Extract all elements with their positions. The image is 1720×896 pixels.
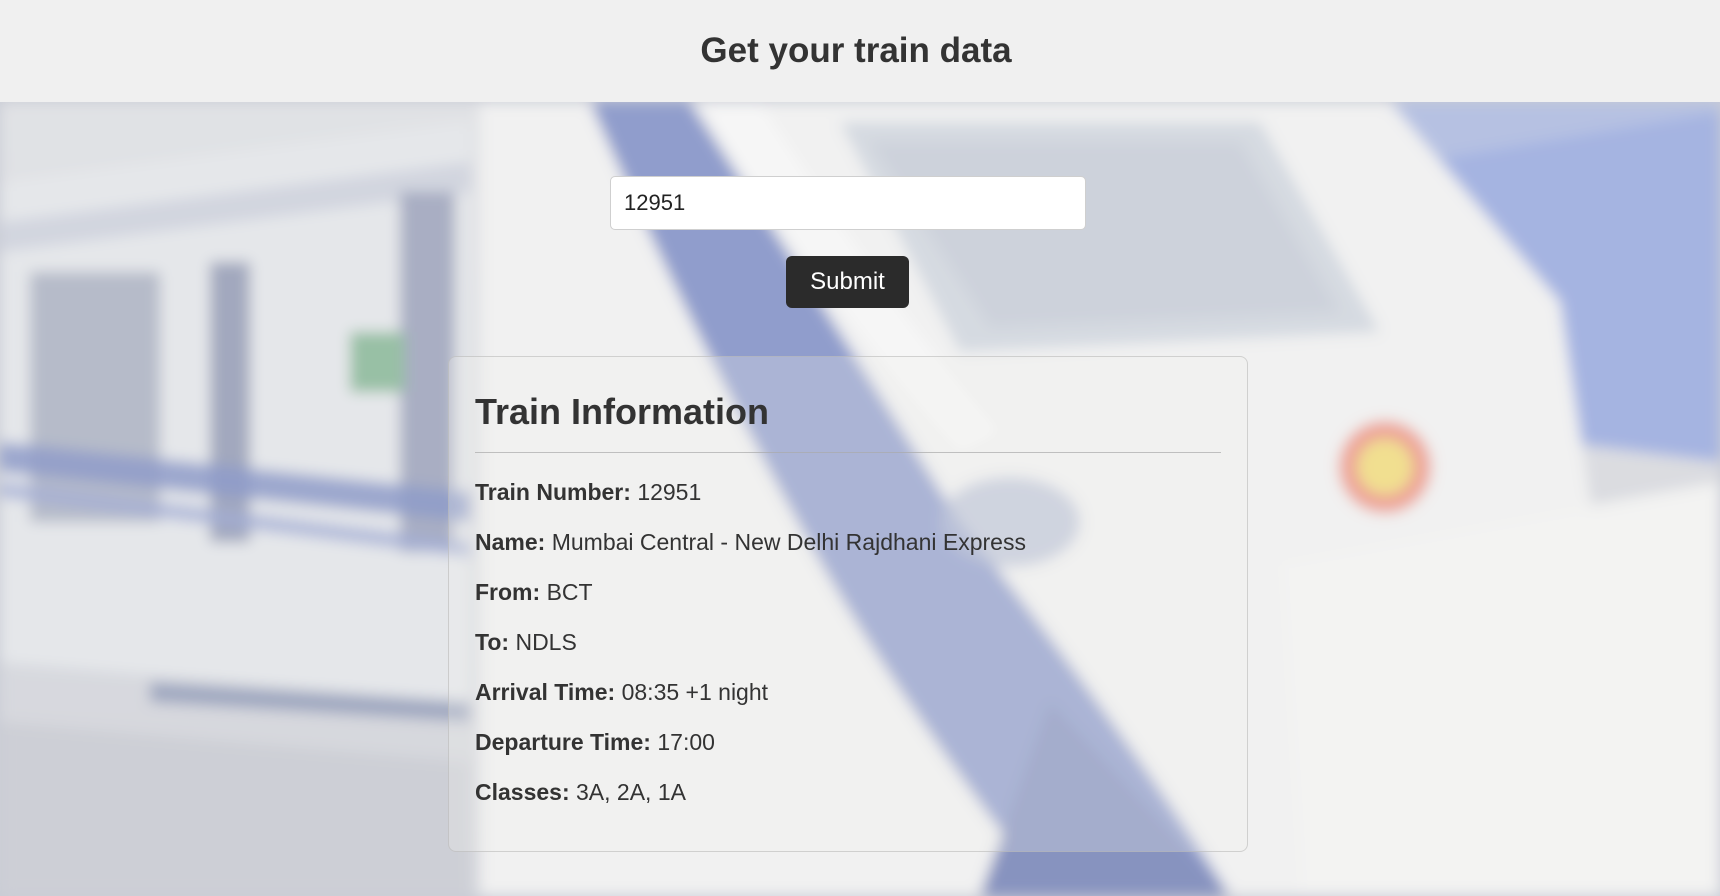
train-info-list: Train Number: 12951 Name: Mumbai Central… [475,479,1221,805]
classes-label: Classes: [475,779,570,806]
train-number-row: Train Number: 12951 [475,479,1221,505]
from-label: From: [475,579,541,606]
page-header: Get your train data [0,0,1720,102]
classes-row: Classes: 3A, 2A, 1A [475,779,1221,805]
train-name-value: Mumbai Central - New Delhi Rajdhani Expr… [551,529,1026,556]
departure-time-value: 17:00 [657,729,715,756]
train-info-card: Train Information Train Number: 12951 Na… [448,356,1248,852]
to-value: NDLS [515,629,577,656]
train-name-row: Name: Mumbai Central - New Delhi Rajdhan… [475,529,1221,555]
train-number-value: 12951 [637,479,702,506]
arrival-time-row: Arrival Time: 08:35 +1 night [475,679,1221,705]
arrival-time-label: Arrival Time: [475,679,616,706]
departure-time-label: Departure Time: [475,729,651,756]
from-value: BCT [546,579,593,606]
classes-value: 3A, 2A, 1A [576,779,686,806]
to-row: To: NDLS [475,629,1221,655]
train-number-input[interactable] [610,176,1086,230]
to-label: To: [475,629,510,656]
arrival-time-value: 08:35 +1 night [621,679,769,706]
submit-button[interactable]: Submit [786,256,909,308]
train-info-heading: Train Information [475,391,1221,454]
train-name-label: Name: [475,529,546,556]
from-row: From: BCT [475,579,1221,605]
train-number-label: Train Number: [475,479,631,506]
departure-time-row: Departure Time: 17:00 [475,729,1221,755]
page-title: Get your train data [700,31,1012,70]
